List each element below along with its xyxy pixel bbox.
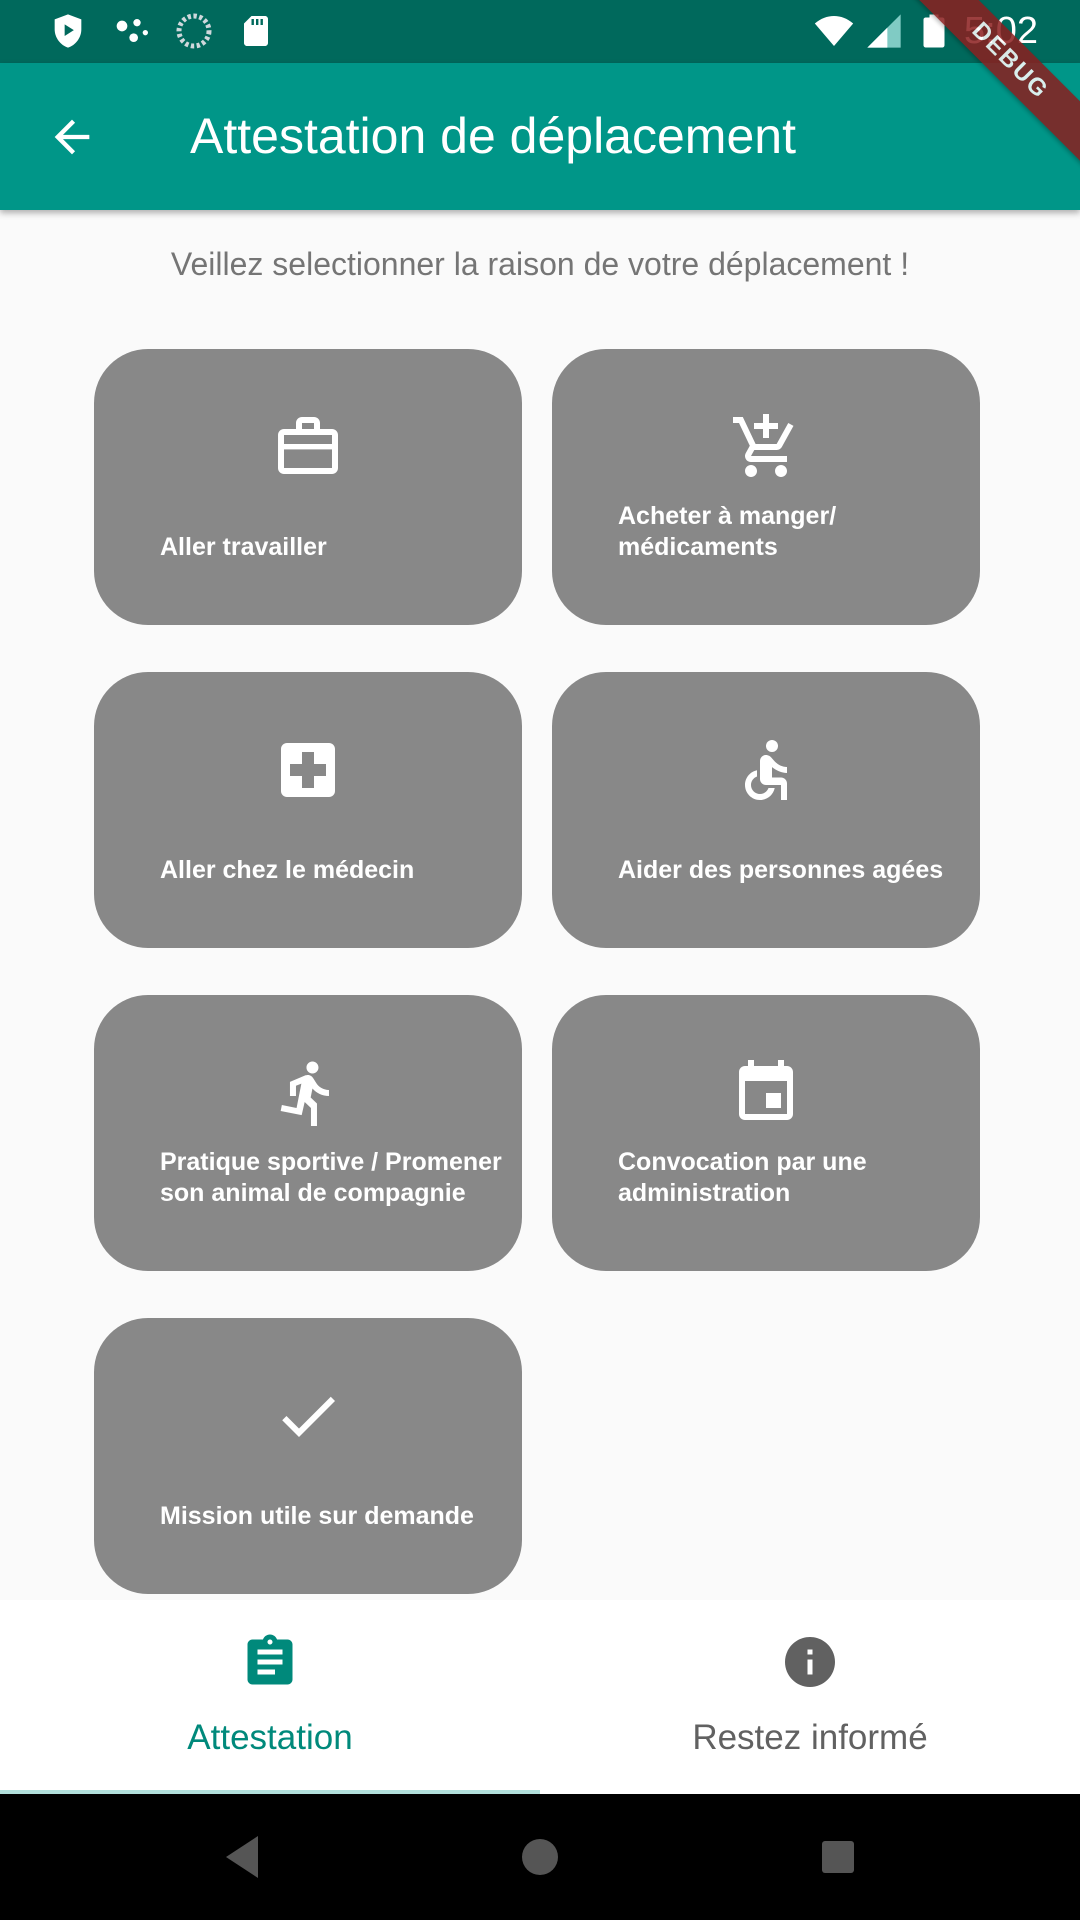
bottom-navigation: Attestation Restez informé [0, 1600, 1080, 1794]
tab-label: Attestation [187, 1718, 353, 1757]
running-icon [280, 1061, 329, 1126]
reason-label: Aller chez le médecin [160, 856, 415, 884]
recents-square-icon[interactable] [820, 1832, 856, 1882]
sd-card-icon [244, 16, 268, 46]
reason-label: Pratique sportive / Promener son animal … [160, 1148, 502, 1207]
arrow-back-icon [54, 119, 90, 155]
back-button[interactable] [36, 101, 108, 173]
signal-icon [867, 14, 901, 48]
reason-card-shopping[interactable]: Acheter à manger/ médicaments [552, 349, 980, 625]
medical-cross-icon [281, 743, 335, 797]
loading-circle-icon [176, 13, 212, 49]
system-navigation-bar [0, 1794, 1080, 1920]
back-triangle-icon[interactable] [222, 1832, 262, 1882]
check-icon [282, 1396, 335, 1437]
reason-label: Convocation par une administration [618, 1148, 867, 1207]
page-title: Attestation de déplacement [190, 108, 796, 164]
app-bar: Attestation de déplacement [0, 63, 1080, 210]
tab-restez-informe[interactable]: Restez informé [540, 1600, 1080, 1794]
reason-card-sport[interactable]: Pratique sportive / Promener son animal … [94, 995, 522, 1271]
tab-label: Restez informé [692, 1718, 928, 1757]
reason-card-convocation[interactable]: Convocation par une administration [552, 995, 980, 1271]
info-icon [785, 1637, 835, 1687]
reason-label: Acheter à manger/ médicaments [618, 502, 837, 561]
reason-card-mission[interactable]: Mission utile sur demande [94, 1318, 522, 1594]
reason-label: Aider des personnes agées [618, 856, 944, 884]
reason-card-doctor[interactable]: Aller chez le médecin [94, 672, 522, 948]
home-circle-icon[interactable] [520, 1832, 560, 1882]
accessible-icon [745, 740, 787, 800]
add-shopping-cart-icon [733, 414, 794, 477]
dots-icon [116, 19, 148, 42]
reason-card-elderly[interactable]: Aider des personnes agées [552, 672, 980, 948]
play-protect-icon [54, 14, 82, 48]
tab-attestation[interactable]: Attestation [0, 1600, 540, 1794]
briefcase-icon [278, 417, 338, 474]
calendar-event-icon [739, 1060, 793, 1120]
selection-prompt: Veillez selectionner la raison de votre … [170, 246, 910, 282]
clipboard-icon [247, 1634, 293, 1685]
wifi-icon [814, 16, 854, 46]
reason-label: Aller travailler [160, 533, 327, 561]
status-bar: 5:02 [0, 0, 1080, 63]
reason-card-work[interactable]: Aller travailler [94, 349, 522, 625]
reason-label: Mission utile sur demande [160, 1502, 474, 1530]
